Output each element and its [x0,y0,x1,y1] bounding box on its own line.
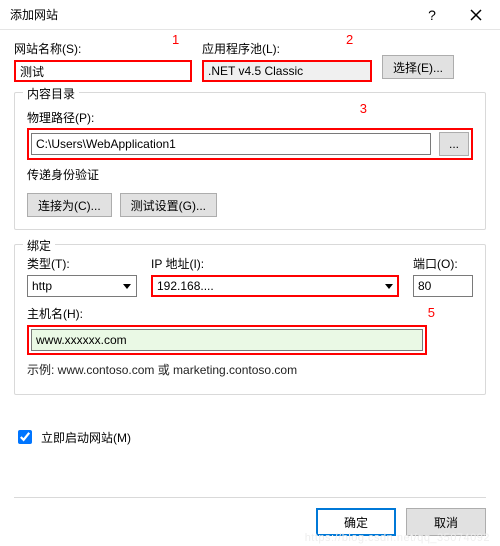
content-directory-legend: 内容目录 [23,85,79,102]
port-label: 端口(O): [413,255,473,272]
type-select[interactable]: http [27,275,137,297]
start-immediately-label: 立即启动网站(M) [41,429,131,446]
close-icon [470,9,482,21]
close-button[interactable] [452,0,500,30]
ip-input[interactable] [151,275,399,297]
binding-legend: 绑定 [23,237,55,254]
type-label: 类型(T): [27,255,137,272]
binding-group: 绑定 类型(T): http IP 地址(I): 端口(O): [14,244,486,395]
cancel-button[interactable]: 取消 [406,508,486,536]
select-app-pool-button[interactable]: 选择(E)... [382,55,454,79]
pass-through-auth-label: 传递身份验证 [27,166,473,183]
site-name-input[interactable] [14,60,192,82]
test-settings-button[interactable]: 测试设置(G)... [120,193,217,217]
content-directory-group: 内容目录 3 物理路径(P): ... 传递身份验证 连接为(C)... 测试设… [14,92,486,230]
ip-label: IP 地址(I): [151,255,399,272]
help-button[interactable]: ? [412,0,452,30]
port-input[interactable] [413,275,473,297]
ok-button[interactable]: 确定 [316,508,396,536]
app-pool-label: 应用程序池(L): [202,40,372,57]
connect-as-button[interactable]: 连接为(C)... [27,193,112,217]
physical-path-label: 物理路径(P): [27,109,473,126]
app-pool-input [202,60,372,82]
hostname-label: 主机名(H): [27,305,473,322]
hostname-input[interactable] [31,329,423,351]
hostname-example: 示例: www.contoso.com 或 marketing.contoso.… [27,361,473,378]
physical-path-input[interactable] [31,133,431,155]
divider [14,497,486,498]
start-immediately-checkbox[interactable] [18,430,32,444]
site-name-label: 网站名称(S): [14,40,192,57]
dialog-title: 添加网站 [10,6,58,23]
titlebar: 添加网站 ? [0,0,500,30]
browse-path-button[interactable]: ... [439,132,469,156]
